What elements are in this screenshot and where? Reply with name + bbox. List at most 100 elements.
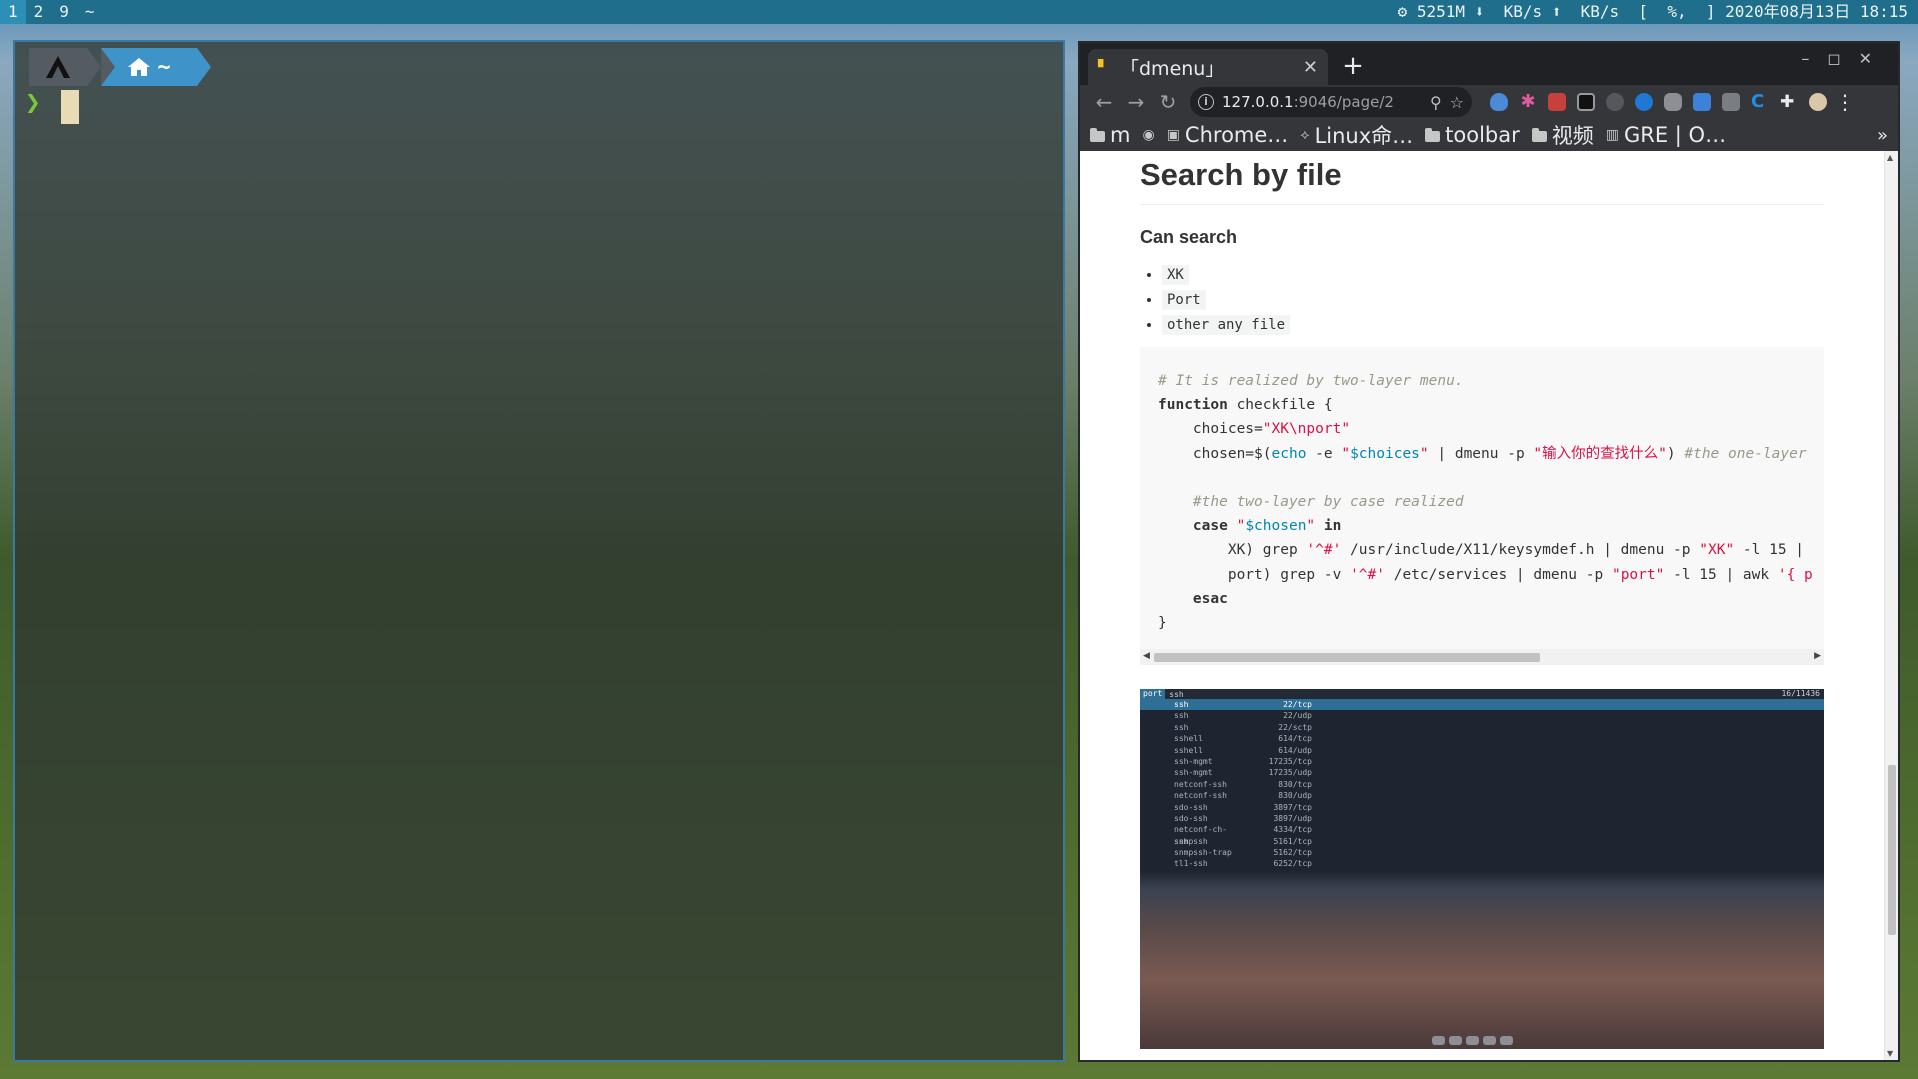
dmenu-result-row: ssh 22/tcp	[1140, 699, 1824, 711]
service-name: sdo-ssh	[1174, 802, 1208, 812]
scroll-right-icon[interactable]: ▶	[1814, 651, 1821, 661]
reload-icon[interactable]: ↻	[1152, 90, 1184, 114]
bookmarks-overflow-button[interactable]: »	[1877, 125, 1888, 146]
service-port: 6252/tcp	[1273, 859, 1312, 869]
scrollbar-thumb[interactable]	[1888, 765, 1896, 935]
scroll-left-icon[interactable]: ◀	[1143, 651, 1150, 661]
scroll-down-icon[interactable]: ▼	[1887, 1049, 1893, 1058]
address-bar[interactable]: i 127.0.0.1:9046/page/2 ⚲ ☆	[1190, 87, 1472, 117]
bookmark-item[interactable]: toolbar	[1425, 123, 1520, 147]
service-port: 830/tcp	[1278, 779, 1312, 789]
dmenu-results: ssh 22/tcp ssh 22/udp ssh 22/sctp sshell 614/tc…	[1140, 699, 1824, 870]
zoom-icon[interactable]: ⚲	[1430, 93, 1442, 112]
bookmark-item[interactable]: m	[1090, 123, 1130, 147]
dmenu-prompt-bar: port ssh 16/11436	[1140, 689, 1824, 699]
system-status: ⚙ 5251M ⬇ KB/s ⬆ KB/s [ %, ] 2020年08月13日…	[1397, 2, 1908, 21]
grey-extension-icon[interactable]	[1606, 93, 1624, 111]
scrollbar-thumb[interactable]	[1154, 653, 1540, 662]
service-port: 830/udp	[1278, 791, 1312, 801]
tab-strip: ▘ 「dmenu」 ✕ + –◻✕	[1080, 43, 1898, 85]
terminal-cursor	[61, 90, 79, 124]
dmenu-result-row: sshell 614/udp	[1140, 745, 1824, 756]
folder-icon	[1425, 127, 1441, 142]
dmenu-result-row: ssh 22/sctp	[1140, 722, 1824, 733]
service-name: tl1-ssh	[1174, 859, 1208, 869]
workspace-9[interactable]: 9	[51, 0, 77, 24]
extensions-icon[interactable]: ✚	[1780, 93, 1798, 111]
arch-logo-icon	[46, 56, 70, 78]
window-controls: –◻✕	[1801, 49, 1890, 68]
globe-icon: ◉	[1142, 127, 1155, 143]
c-extension-icon[interactable]: C	[1751, 93, 1769, 111]
search-target-list: XK Port other any file	[1162, 265, 1824, 335]
bookmark-item[interactable]: 视频	[1531, 120, 1594, 150]
bookmark-item[interactable]: ◉	[1142, 127, 1154, 143]
maximize-icon[interactable]: ◻	[1827, 49, 1858, 68]
page-title: Search by file	[1140, 151, 1824, 205]
folder-icon	[1531, 127, 1547, 142]
red-extension-icon[interactable]	[1548, 93, 1566, 111]
site-info-icon[interactable]: i	[1198, 94, 1214, 110]
dmenu-result-row: sshell 614/tcp	[1140, 733, 1824, 744]
service-name: netconf-ssh	[1174, 791, 1227, 801]
page-scrollbar[interactable]: ▲ ▼	[1884, 151, 1898, 1060]
star-extension-icon[interactable]: ✱	[1519, 93, 1537, 111]
shield-extension-icon[interactable]	[1490, 93, 1508, 111]
close-window-icon[interactable]: ✕	[1859, 49, 1890, 68]
bookmark-item[interactable]: ⟡ Linux命…	[1300, 120, 1413, 150]
bookmark-star-icon[interactable]: ☆	[1450, 93, 1464, 112]
tab-dmenu[interactable]: ▘ 「dmenu」 ✕	[1088, 49, 1328, 85]
service-name: ssh	[1174, 700, 1189, 709]
service-name: snmpssh-trap	[1174, 848, 1232, 858]
service-port: 4334/tcp	[1273, 825, 1312, 835]
browser-toolbar: ← → ↻ i 127.0.0.1:9046/page/2 ⚲ ☆ ✱ C ✚ …	[1080, 85, 1898, 119]
dmenu-result-row: netconf-ssh 830/udp	[1140, 790, 1824, 801]
page-content[interactable]: Search by file Can search XK Port other …	[1080, 151, 1898, 1060]
service-port: 17235/tcp	[1268, 756, 1312, 766]
favicon-icon: ▘	[1098, 60, 1109, 76]
image-extension-icon[interactable]	[1722, 93, 1740, 111]
workspace-2[interactable]: 2	[26, 0, 52, 24]
dock	[1432, 1036, 1513, 1045]
extension-icons: ✱ C ✚	[1490, 93, 1827, 111]
dmenu-result-row: snmpssh-trap 5162/tcp	[1140, 847, 1824, 858]
service-name: sshell	[1174, 745, 1203, 755]
service-name: ssh	[1174, 722, 1189, 732]
folder-icon	[1090, 127, 1105, 142]
close-tab-icon[interactable]: ✕	[1303, 57, 1318, 78]
profile-avatar[interactable]	[1809, 93, 1827, 111]
prompt-arrow: ❯	[25, 88, 41, 118]
bookmark-item[interactable]: ▥ GRE | O…	[1606, 123, 1726, 147]
screen-extension-icon[interactable]	[1577, 93, 1595, 111]
tab-title: 「dmenu」	[1120, 57, 1225, 80]
service-name: snmpssh	[1174, 836, 1208, 846]
section-subheading: Can search	[1140, 227, 1238, 247]
minimize-icon[interactable]: –	[1801, 49, 1827, 68]
prompt-os-segment	[29, 48, 101, 86]
menu-icon[interactable]: ⋮	[1835, 90, 1855, 114]
back-icon[interactable]: ←	[1088, 90, 1120, 114]
dmenu-result-row: netconf-ssh 830/tcp	[1140, 779, 1824, 790]
terminal-window[interactable]: ~ ❯	[13, 40, 1065, 1062]
blue-extension-icon[interactable]	[1635, 93, 1653, 111]
puzzle-grey-extension-icon[interactable]	[1664, 93, 1682, 111]
list-item: XK	[1162, 265, 1824, 285]
service-name: ssh	[1174, 711, 1189, 721]
list-item: Port	[1162, 290, 1824, 310]
service-port: 22/tcp	[1283, 700, 1312, 709]
service-port: 614/udp	[1278, 745, 1312, 755]
bookmark-item[interactable]: ▣ Chrome…	[1167, 123, 1289, 147]
new-tab-button[interactable]: +	[1338, 51, 1368, 81]
code-horizontal-scrollbar[interactable]: ◀ ▶	[1140, 649, 1824, 665]
code-block[interactable]: # It is realized by two-layer menu. func…	[1140, 347, 1824, 665]
prompt-path-segment: ~	[101, 48, 211, 86]
workspace-1[interactable]: 1	[0, 0, 26, 24]
service-port: 22/udp	[1283, 711, 1312, 721]
forward-icon[interactable]: →	[1120, 90, 1152, 114]
chrome-store-icon: ▣	[1166, 127, 1180, 143]
scroll-up-icon[interactable]: ▲	[1887, 153, 1893, 162]
dmenu-result-row: ssh 22/udp	[1140, 710, 1824, 721]
save-extension-icon[interactable]	[1693, 93, 1711, 111]
service-port: 17235/udp	[1268, 768, 1312, 778]
workspace-home[interactable]: ~	[77, 0, 103, 24]
